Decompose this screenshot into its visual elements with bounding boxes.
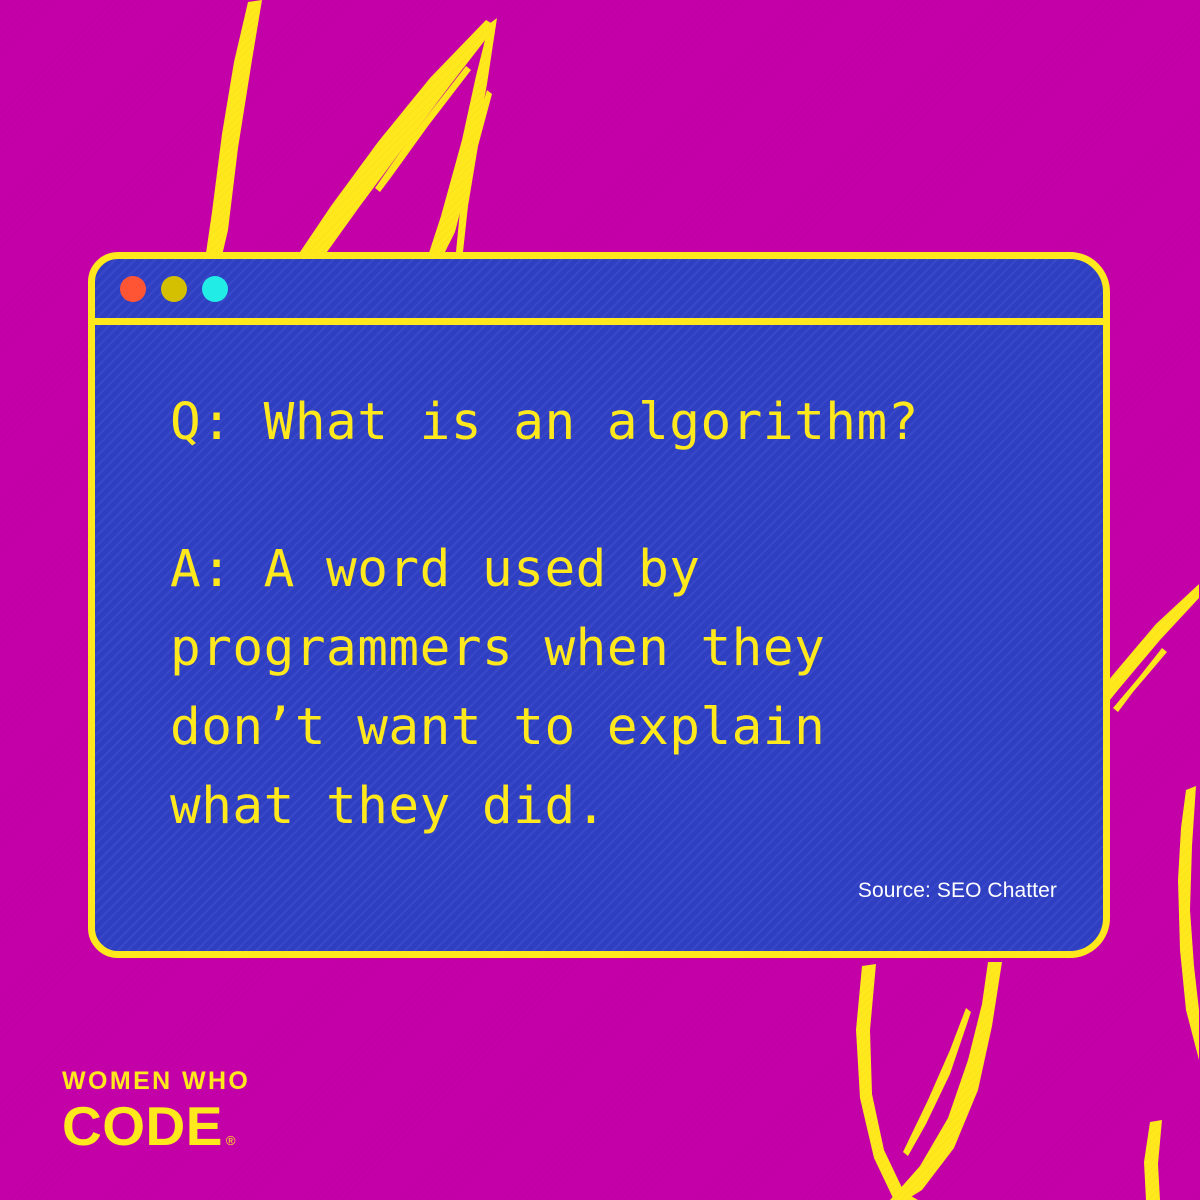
minimize-dot[interactable]: [161, 275, 187, 302]
question-text: Q: What is an algorithm?: [170, 393, 919, 452]
window-content-area: Q: What is an algorithm? A: A word used …: [95, 325, 1103, 944]
maximize-dot[interactable]: [202, 275, 228, 302]
window-title-bar: [95, 259, 1103, 325]
browser-window: Q: What is an algorithm? A: A word used …: [88, 252, 1110, 958]
poster-canvas: Q: What is an algorithm? A: A word used …: [0, 0, 1200, 1200]
answer-text: A: A word used by programmers when they …: [170, 540, 826, 836]
source-attribution: Source: SEO Chatter: [857, 879, 1057, 902]
close-dot[interactable]: [120, 275, 146, 302]
logo-line-one: WOMEN WHO: [62, 1067, 251, 1096]
logo-line-two-row: CODE ®: [62, 1095, 250, 1158]
registered-trademark-icon: ®: [225, 1133, 236, 1148]
logo-line-two: CODE: [62, 1095, 223, 1158]
women-who-code-logo: WOMEN WHO CODE ®: [62, 1067, 251, 1158]
